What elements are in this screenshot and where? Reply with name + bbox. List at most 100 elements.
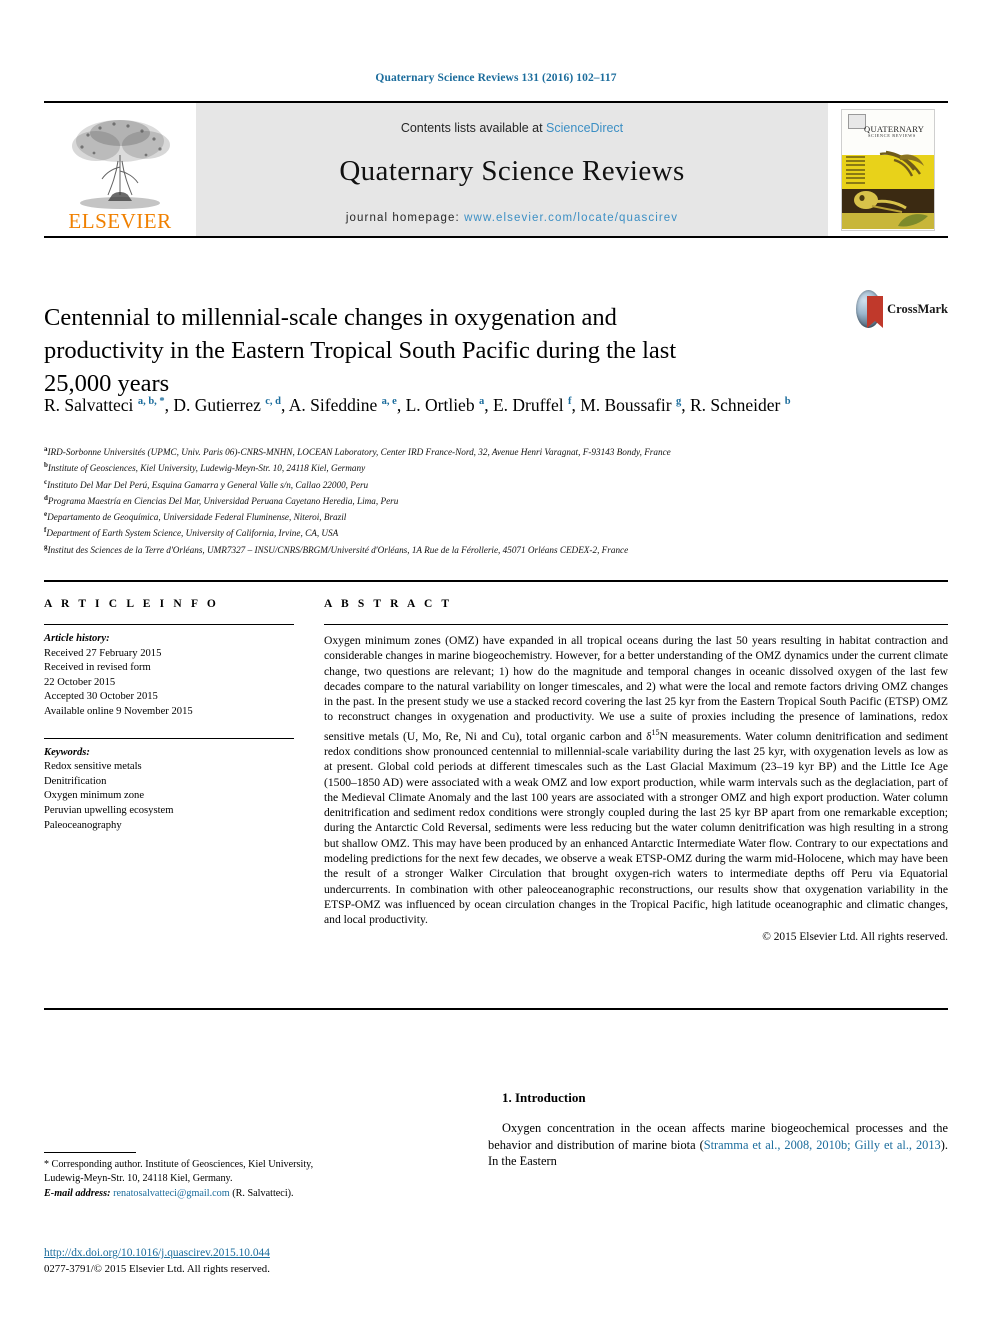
article-history-items: Received 27 February 2015 Received in rev… <box>44 647 294 720</box>
article-title: Centennial to millennial-scale changes i… <box>44 304 677 398</box>
abstract-part-2: N measurements. Water column denitrifica… <box>324 729 948 927</box>
email-owner: (R. Salvatteci). <box>232 1188 294 1200</box>
contents-available-line: Contents lists available at ScienceDirec… <box>401 121 623 135</box>
keyword-items: Redox sensitive metals Denitrification Oxy… <box>44 760 294 833</box>
affiliation-text: Departamento de Geoquímica, Universidade… <box>47 512 347 523</box>
journal-masthead: ELSEVIER Contents lists available at Sci… <box>44 101 948 238</box>
article-info-column: A R T I C L E I N F O Article history: R… <box>44 598 294 833</box>
affiliation-item: cInstituto Del Mar Del Perú, Esquina Gam… <box>44 476 944 492</box>
keyword-item[interactable]: Peruvian upwelling ecosystem <box>44 804 294 819</box>
cover-mammoth-icon <box>879 150 924 177</box>
affiliation-text: Department of Earth System Science, Univ… <box>46 528 339 539</box>
doi-link[interactable]: http://dx.doi.org/10.1016/j.quascirev.20… <box>44 1245 424 1261</box>
running-head: Quaternary Science Reviews 131 (2016) 10… <box>375 72 617 84</box>
author-list: R. Salvatteci a, b, *, D. Gutierrez c, d… <box>44 389 804 418</box>
affiliation-item: dPrograma Maestría en Ciencias Del Mar, … <box>44 492 944 508</box>
article-history-item: 22 October 2015 <box>44 676 116 688</box>
cover-leaf-icon <box>898 213 928 227</box>
journal-title: Quaternary Science Reviews <box>339 155 685 187</box>
introduction-paragraph: Oxygen concentration in the ocean affect… <box>488 1120 948 1170</box>
email-link[interactable]: renatosalvatteci@gmail.com <box>113 1188 230 1199</box>
introduction-section: 1. Introduction Oxygen concentration in … <box>488 1090 948 1170</box>
affiliation-list: aIRD-Sorbonne Universités (UPMC, Univ. P… <box>44 443 944 557</box>
keyword-item[interactable]: Redox sensitive metals <box>44 760 294 775</box>
keywords-label: Keywords: <box>44 746 90 758</box>
affiliation-text: Programa Maestría en Ciencias Del Mar, U… <box>47 495 399 506</box>
author-name[interactable]: A. Sifeddine <box>289 395 382 415</box>
article-history-item: Accepted 30 October 2015 <box>44 691 158 703</box>
author-name[interactable]: E. Druffel <box>493 395 568 415</box>
article-history-item: Available online 9 November 2015 <box>44 705 193 717</box>
sciencedirect-link[interactable]: ScienceDirect <box>546 121 623 135</box>
affiliation-item: fDepartment of Earth System Science, Uni… <box>44 524 944 540</box>
cover-sidebar-lines <box>846 155 868 190</box>
abstract-text: Oxygen minimum zones (OMZ) have expanded… <box>324 633 948 928</box>
introduction-heading: 1. Introduction <box>502 1090 586 1105</box>
elsevier-logo: ELSEVIER <box>44 103 196 236</box>
elsevier-tree-icon <box>72 120 170 209</box>
abstract-column: A B S T R A C T Oxygen minimum zones (OM… <box>324 598 948 943</box>
corresponding-text: Corresponding author. Institute of Geosc… <box>44 1159 314 1184</box>
footnote-rule <box>44 1152 136 1153</box>
divider-top <box>44 580 948 582</box>
abstract-heading: A B S T R A C T <box>324 598 453 610</box>
author-separator: , <box>571 394 581 415</box>
author-affiliation-marks: b <box>784 396 791 407</box>
affiliation-item: eDepartamento de Geoquímica, Universidad… <box>44 508 944 524</box>
cover-subtitle: SCIENCE REVIEWS <box>868 132 916 138</box>
homepage-prefix: journal homepage: <box>345 212 465 224</box>
corresponding-author-note: * Corresponding author. Institute of Geo… <box>44 1158 344 1201</box>
author-separator: , <box>681 394 690 415</box>
affiliation-item: gInstitut des Sciences de la Terre d'Orl… <box>44 541 944 557</box>
crossmark-icon <box>856 290 883 328</box>
affiliation-text: Instituto Del Mar Del Perú, Esquina Gama… <box>47 479 369 490</box>
affiliation-text: IRD-Sorbonne Universités (UPMC, Univ. Pa… <box>47 447 671 458</box>
affiliation-item: aIRD-Sorbonne Universités (UPMC, Univ. P… <box>44 443 944 459</box>
article-first-page: Quaternary Science Reviews 131 (2016) 10… <box>0 0 992 1323</box>
keyword-item[interactable]: Denitrification <box>44 775 294 790</box>
author-name[interactable]: R. Salvatteci <box>44 395 138 415</box>
affiliation-text: Institute of Geosciences, Kiel Universit… <box>47 463 366 474</box>
doi-block: http://dx.doi.org/10.1016/j.quascirev.20… <box>44 1245 424 1277</box>
affiliation-text: Institut des Sciences de la Terre d'Orlé… <box>47 544 629 555</box>
author-separator: , <box>484 394 493 415</box>
abstract-superscript-15: 15 <box>651 727 660 737</box>
elsevier-wordmark: ELSEVIER <box>68 209 172 233</box>
journal-cover-thumbnail: QUATERNARY SCIENCE REVIEWS <box>841 108 935 231</box>
author-separator: , <box>396 394 406 415</box>
divider-bottom <box>44 1008 948 1010</box>
keyword-item[interactable]: Paleoceanography <box>44 819 294 834</box>
abstract-copyright: © 2015 Elsevier Ltd. All rights reserved… <box>762 930 948 943</box>
article-history-item: Received 27 February 2015 <box>44 647 162 659</box>
corresponding-star: * <box>44 1159 49 1170</box>
article-info-rule <box>44 624 294 625</box>
author-affiliation-marks: a, e <box>381 396 397 407</box>
journal-cover: QUATERNARY SCIENCE REVIEWS <box>828 103 948 236</box>
author-affiliation-marks: a, b, * <box>137 396 165 407</box>
homepage-url-link[interactable]: www.elsevier.com/locate/quascirev <box>464 212 678 224</box>
affiliation-item: bInstitute of Geosciences, Kiel Universi… <box>44 459 944 475</box>
intro-citation-link[interactable]: Stramma et al., 2008, 2010b; Gilly et al… <box>704 1138 941 1152</box>
article-history-label: Article history: <box>44 633 110 644</box>
author-affiliation-marks: c, d <box>265 396 281 407</box>
keywords-block: Keywords: Redox sensitive metals Denitrif… <box>44 746 294 834</box>
author-separator: , <box>281 394 289 415</box>
journal-header: Contents lists available at ScienceDirec… <box>196 103 828 236</box>
author-name[interactable]: M. Boussafir <box>580 395 676 415</box>
crossmark-badge[interactable]: CrossMark <box>856 283 948 335</box>
abstract-part-1: Oxygen minimum zones (OMZ) have expanded… <box>324 634 948 743</box>
article-history: Article history: Received 27 February 20… <box>44 632 294 720</box>
issn-copyright: 0277-3791/© 2015 Elsevier Ltd. All right… <box>44 1263 270 1275</box>
article-info-heading: A R T I C L E I N F O <box>44 598 219 610</box>
abstract-rule <box>324 624 948 625</box>
article-history-item: Received in revised form <box>44 662 151 674</box>
keyword-item[interactable]: Oxygen minimum zone <box>44 789 294 804</box>
crossmark-label: CrossMark <box>887 301 948 316</box>
email-label: E-mail address: <box>44 1188 111 1200</box>
journal-homepage-line: journal homepage: www.elsevier.com/locat… <box>346 212 678 224</box>
author-name[interactable]: D. Gutierrez <box>173 395 265 415</box>
keywords-rule <box>44 737 294 739</box>
author-name[interactable]: R. Schneider <box>690 395 785 415</box>
author-name[interactable]: L. Ortlieb <box>406 395 479 415</box>
contents-prefix: Contents lists available at <box>400 121 547 135</box>
